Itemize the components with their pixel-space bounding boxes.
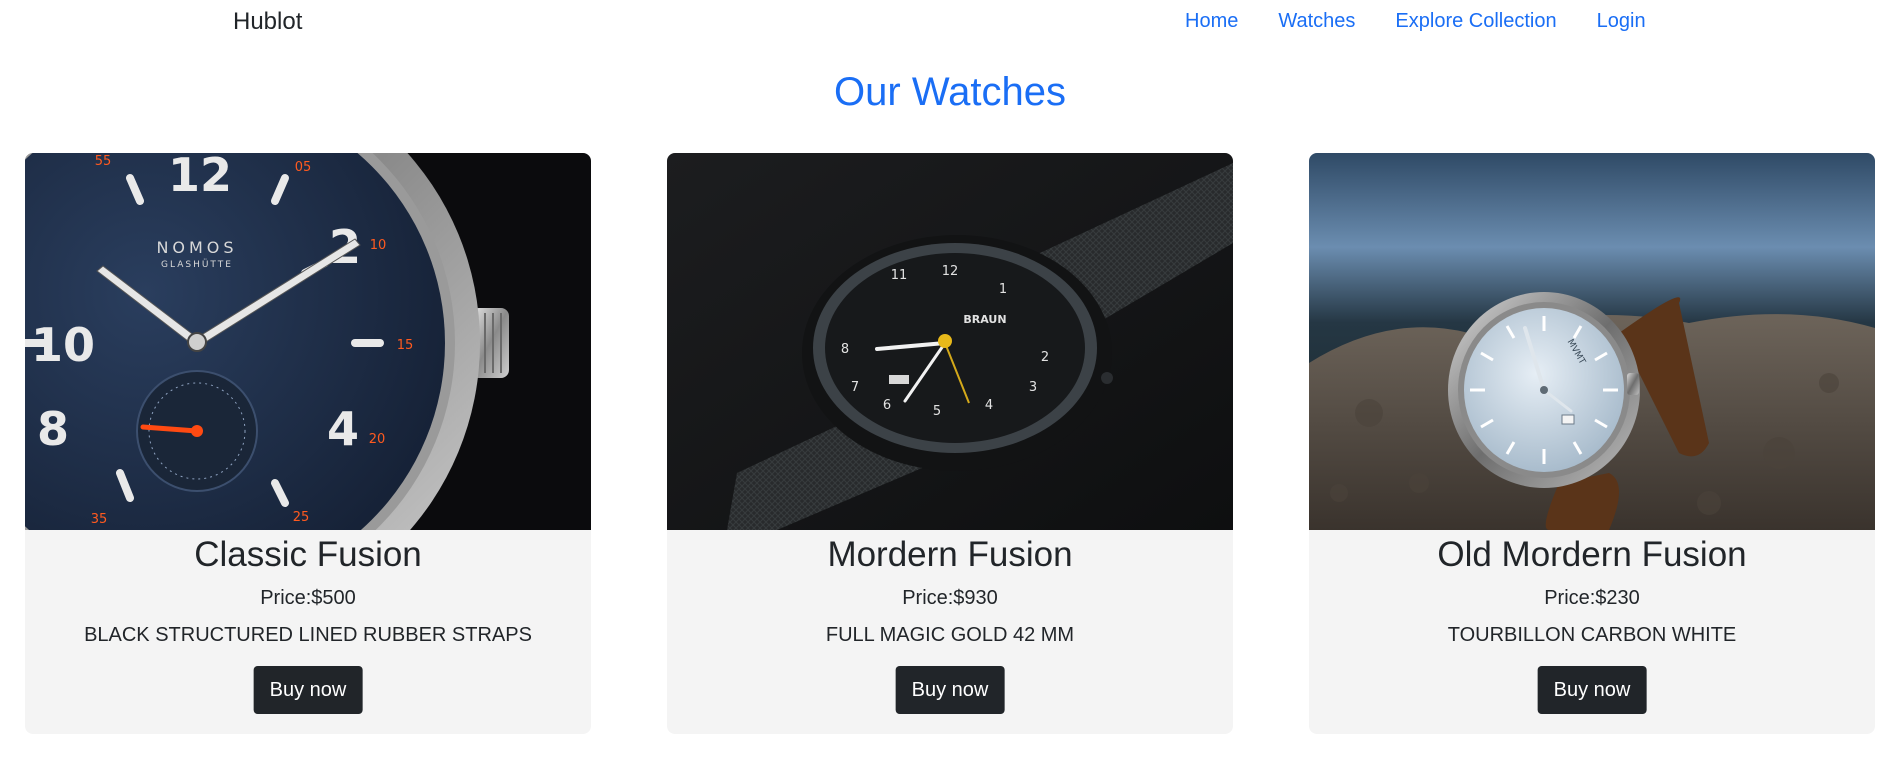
product-name: Classic Fusion bbox=[194, 535, 422, 574]
product-image-classic-fusion: 12 10 2 8 4 55 05 10 15 20 25 35 NOMOS G… bbox=[25, 153, 591, 530]
dial-numeral: 12 bbox=[942, 264, 959, 279]
dial-numeral: 2 bbox=[1041, 350, 1049, 365]
dial-numeral: 8 bbox=[37, 402, 69, 456]
bezel-number: 05 bbox=[295, 160, 312, 175]
bezel-number: 55 bbox=[95, 154, 112, 169]
bezel-number: 15 bbox=[397, 338, 414, 353]
product-price: Price:$930 bbox=[902, 587, 998, 609]
dial-subbrand: GLASHÜTTE bbox=[161, 259, 233, 270]
page-title: Our Watches bbox=[834, 70, 1066, 114]
watch-photo-classic: 12 10 2 8 4 55 05 10 15 20 25 35 NOMOS G… bbox=[25, 153, 591, 530]
product-description: BLACK STRUCTURED LINED RUBBER STRAPS bbox=[84, 624, 532, 646]
product-name: Mordern Fusion bbox=[827, 535, 1073, 574]
product-price: Price:$500 bbox=[260, 587, 356, 609]
buy-now-button[interactable]: Buy now bbox=[1537, 666, 1647, 714]
product-card-classic-fusion: 12 10 2 8 4 55 05 10 15 20 25 35 NOMOS G… bbox=[25, 153, 591, 734]
product-description: FULL MAGIC GOLD 42 MM bbox=[825, 624, 1075, 646]
dial-numeral: 4 bbox=[327, 402, 359, 456]
buy-now-button[interactable]: Buy now bbox=[253, 666, 363, 714]
dial-numeral: 8 bbox=[841, 342, 849, 357]
dial-numeral: 12 bbox=[168, 153, 232, 202]
navbar: Hublot Home Watches Explore Collection L… bbox=[0, 0, 1887, 44]
nav-link-login[interactable]: Login bbox=[1597, 10, 1646, 33]
product-description: TOURBILLON CARBON WHITE bbox=[1447, 624, 1737, 646]
product-image-old-mordern-fusion: MVMT bbox=[1309, 153, 1875, 530]
product-card-old-mordern-fusion: MVMT Old Mordern Fusion Price:$230 TOURB… bbox=[1309, 153, 1875, 734]
dial-numeral: 11 bbox=[891, 268, 908, 283]
dial-numeral: 10 bbox=[31, 318, 95, 372]
bezel-number: 25 bbox=[293, 510, 310, 525]
nav-links: Home Watches Explore Collection Login bbox=[1185, 10, 1646, 33]
buy-now-button[interactable]: Buy now bbox=[895, 666, 1005, 714]
dial-numeral: 3 bbox=[1029, 380, 1037, 395]
dial-brand: BRAUN bbox=[963, 313, 1006, 326]
watch-photo-modern: 11 12 1 8 2 7 3 6 5 4 BRAUN bbox=[667, 153, 1233, 530]
dial-numeral: 6 bbox=[883, 398, 891, 413]
dial-numeral: 4 bbox=[985, 398, 993, 413]
product-card-mordern-fusion: 11 12 1 8 2 7 3 6 5 4 BRAUN Mordern Fusi… bbox=[667, 153, 1233, 734]
dial-numeral: 5 bbox=[933, 404, 941, 419]
product-image-mordern-fusion: 11 12 1 8 2 7 3 6 5 4 BRAUN bbox=[667, 153, 1233, 530]
bezel-number: 10 bbox=[370, 238, 387, 253]
brand-logo[interactable]: Hublot bbox=[233, 8, 302, 36]
nav-link-home[interactable]: Home bbox=[1185, 10, 1238, 33]
nav-link-watches[interactable]: Watches bbox=[1278, 10, 1355, 33]
nav-link-explore-collection[interactable]: Explore Collection bbox=[1395, 10, 1556, 33]
dial-brand: NOMOS bbox=[156, 238, 237, 257]
dial-numeral: 1 bbox=[999, 282, 1007, 297]
product-name: Old Mordern Fusion bbox=[1437, 535, 1747, 574]
product-price: Price:$230 bbox=[1544, 587, 1640, 609]
bezel-number: 35 bbox=[91, 512, 108, 527]
watch-photo-old-modern: MVMT bbox=[1309, 153, 1875, 530]
bezel-number: 20 bbox=[369, 432, 386, 447]
dial-numeral: 7 bbox=[851, 380, 859, 395]
